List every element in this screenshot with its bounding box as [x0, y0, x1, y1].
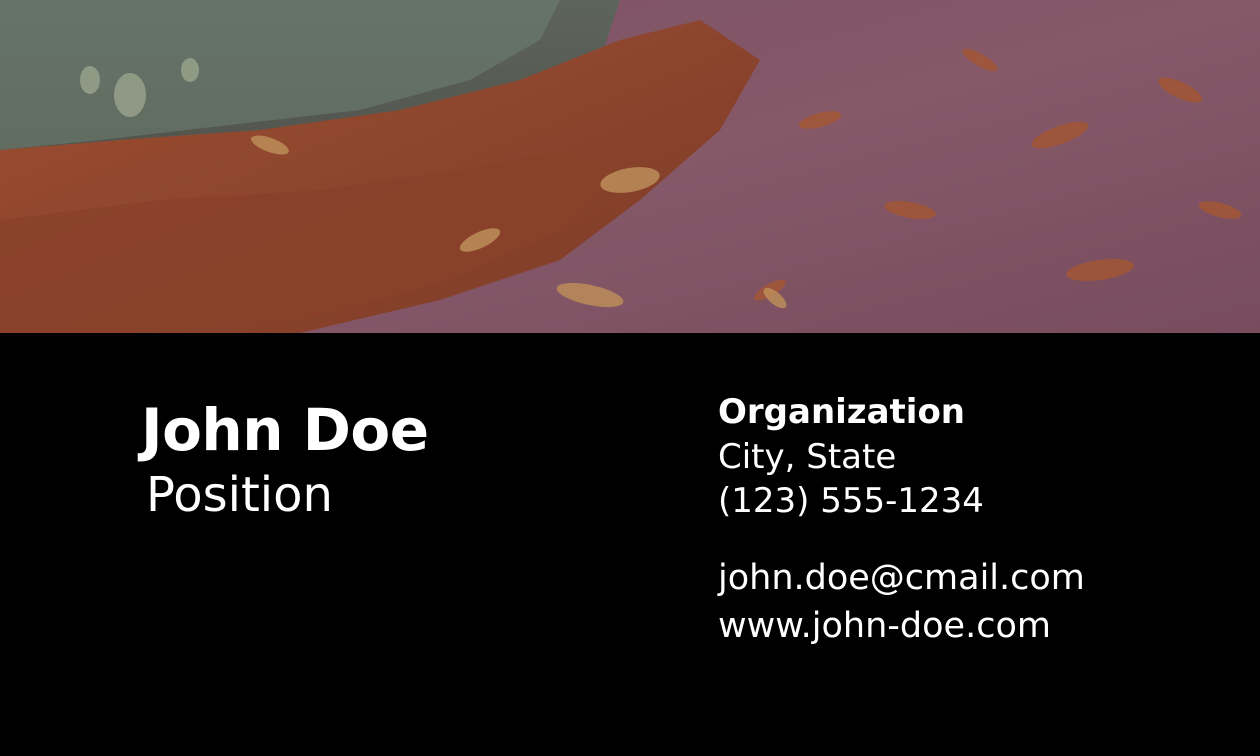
- email-address: john.doe@cmail.com: [718, 558, 1085, 598]
- business-card: John Doe Position Organization City, Sta…: [0, 0, 1260, 756]
- person-name: John Doe: [141, 396, 429, 464]
- phone-number: (123) 555-1234: [718, 481, 984, 521]
- location-text: City, State: [718, 437, 897, 477]
- organization-name: Organization: [718, 392, 966, 432]
- website-url: www.john-doe.com: [718, 606, 1051, 646]
- header-photo: [0, 0, 1260, 333]
- person-position: Position: [146, 467, 333, 523]
- autumn-leaves-image: [0, 0, 1260, 333]
- card-info-panel: John Doe Position Organization City, Sta…: [0, 333, 1260, 756]
